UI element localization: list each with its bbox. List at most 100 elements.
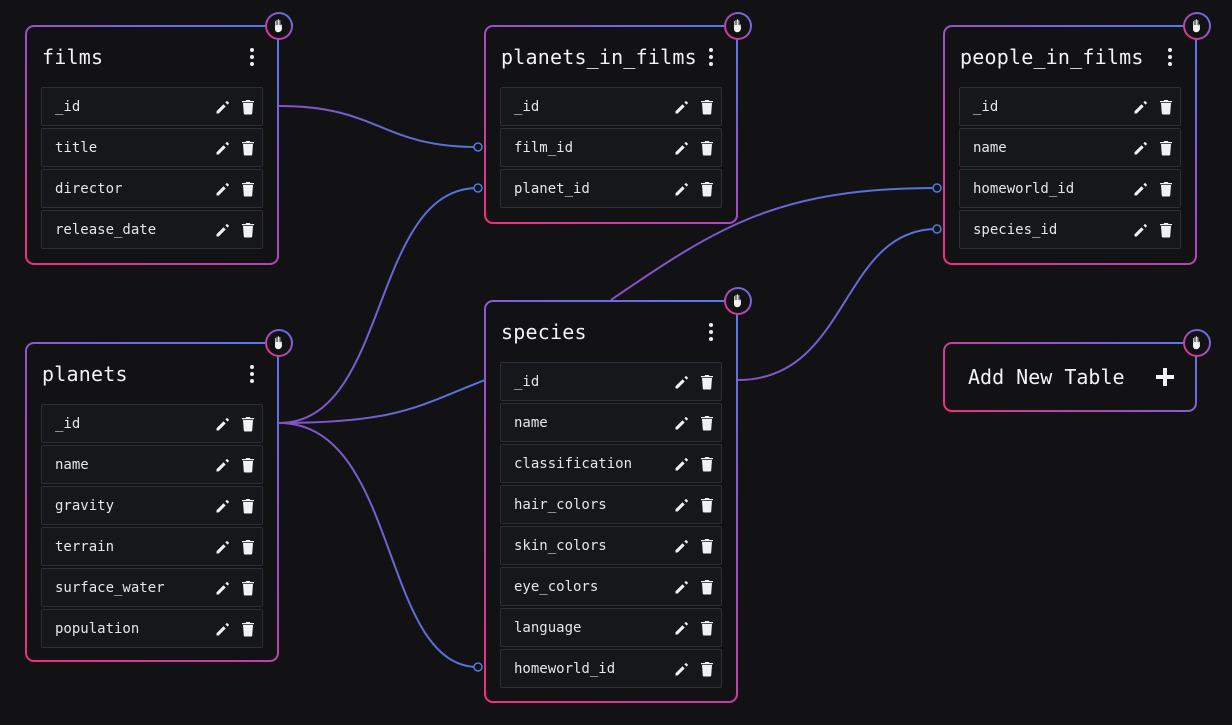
plus-icon[interactable] xyxy=(1155,367,1175,387)
trash-icon[interactable] xyxy=(700,415,714,431)
field-row-surface-water[interactable]: surface_water xyxy=(41,568,263,607)
field-row-name[interactable]: name xyxy=(41,445,263,484)
field-row-title[interactable]: title xyxy=(41,128,263,167)
field-row-name[interactable]: name xyxy=(500,403,722,442)
pencil-icon[interactable] xyxy=(1133,222,1149,238)
hand-grab-icon[interactable] xyxy=(265,329,293,357)
pencil-icon[interactable] xyxy=(215,140,231,156)
table-planets[interactable]: planets _id name gravity terrain surface_wat… xyxy=(25,331,291,662)
kebab-menu-icon[interactable] xyxy=(243,45,261,69)
trash-icon[interactable] xyxy=(700,620,714,636)
pencil-icon[interactable] xyxy=(674,661,690,677)
pencil-icon[interactable] xyxy=(1133,181,1149,197)
pencil-icon[interactable] xyxy=(674,140,690,156)
hand-grab-icon[interactable] xyxy=(1183,12,1211,40)
trash-icon[interactable] xyxy=(700,374,714,390)
trash-icon[interactable] xyxy=(700,140,714,156)
field-actions xyxy=(1133,99,1173,115)
field-actions xyxy=(674,181,714,197)
hand-grab-icon[interactable] xyxy=(724,287,752,315)
field-row-planet-id[interactable]: planet_id xyxy=(500,169,722,208)
field-row-language[interactable]: language xyxy=(500,608,722,647)
table-films[interactable]: films _id title director release_date xyxy=(25,14,291,265)
trash-icon[interactable] xyxy=(700,661,714,677)
pencil-icon[interactable] xyxy=(674,181,690,197)
field-row-species-id[interactable]: species_id xyxy=(959,210,1181,249)
kebab-menu-icon[interactable] xyxy=(702,45,720,69)
edge-endpoint xyxy=(473,183,483,193)
field-row-homeworld-id[interactable]: homeworld_id xyxy=(500,649,722,688)
pencil-icon[interactable] xyxy=(215,457,231,473)
trash-icon[interactable] xyxy=(700,456,714,472)
trash-icon[interactable] xyxy=(700,497,714,513)
trash-icon[interactable] xyxy=(700,538,714,554)
field-actions xyxy=(674,497,714,513)
field-row--id[interactable]: _id xyxy=(41,404,263,443)
trash-icon[interactable] xyxy=(700,99,714,115)
pencil-icon[interactable] xyxy=(215,222,231,238)
trash-icon[interactable] xyxy=(241,457,255,473)
trash-icon[interactable] xyxy=(241,222,255,238)
pencil-icon[interactable] xyxy=(674,99,690,115)
field-row--id[interactable]: _id xyxy=(500,87,722,126)
kebab-menu-icon[interactable] xyxy=(702,320,720,344)
trash-icon[interactable] xyxy=(241,621,255,637)
pencil-icon[interactable] xyxy=(674,415,690,431)
pencil-icon[interactable] xyxy=(215,580,231,596)
table-species[interactable]: species _id name classification hair_colors… xyxy=(484,289,750,703)
field-row--id[interactable]: _id xyxy=(959,87,1181,126)
field-row-terrain[interactable]: terrain xyxy=(41,527,263,566)
field-row-film-id[interactable]: film_id xyxy=(500,128,722,167)
pencil-icon[interactable] xyxy=(674,620,690,636)
field-row--id[interactable]: _id xyxy=(41,87,263,126)
table-planets-in-films[interactable]: planets_in_films _id film_id planet_id xyxy=(484,14,750,224)
trash-icon[interactable] xyxy=(700,181,714,197)
field-row-name[interactable]: name xyxy=(959,128,1181,167)
field-row--id[interactable]: _id xyxy=(500,362,722,401)
field-row-release-date[interactable]: release_date xyxy=(41,210,263,249)
trash-icon[interactable] xyxy=(241,181,255,197)
table-people-in-films[interactable]: people_in_films _id name homeworld_id speci… xyxy=(943,14,1209,265)
field-row-homeworld-id[interactable]: homeworld_id xyxy=(959,169,1181,208)
field-row-hair-colors[interactable]: hair_colors xyxy=(500,485,722,524)
pencil-icon[interactable] xyxy=(215,99,231,115)
pencil-icon[interactable] xyxy=(215,539,231,555)
trash-icon[interactable] xyxy=(241,580,255,596)
trash-icon[interactable] xyxy=(1159,181,1173,197)
pencil-icon[interactable] xyxy=(1133,140,1149,156)
trash-icon[interactable] xyxy=(700,579,714,595)
pencil-icon[interactable] xyxy=(215,498,231,514)
trash-icon[interactable] xyxy=(241,99,255,115)
trash-icon[interactable] xyxy=(1159,222,1173,238)
pencil-icon[interactable] xyxy=(674,579,690,595)
field-row-gravity[interactable]: gravity xyxy=(41,486,263,525)
pencil-icon[interactable] xyxy=(215,621,231,637)
trash-icon[interactable] xyxy=(241,539,255,555)
field-row-classification[interactable]: classification xyxy=(500,444,722,483)
field-name: name xyxy=(55,456,89,473)
trash-icon[interactable] xyxy=(1159,99,1173,115)
trash-icon[interactable] xyxy=(1159,140,1173,156)
field-actions xyxy=(674,99,714,115)
pencil-icon[interactable] xyxy=(674,538,690,554)
trash-icon[interactable] xyxy=(241,498,255,514)
kebab-menu-icon[interactable] xyxy=(1161,45,1179,69)
pencil-icon[interactable] xyxy=(215,416,231,432)
field-row-population[interactable]: population xyxy=(41,609,263,648)
pencil-icon[interactable] xyxy=(215,181,231,197)
trash-icon[interactable] xyxy=(241,140,255,156)
pencil-icon[interactable] xyxy=(1133,99,1149,115)
trash-icon[interactable] xyxy=(241,416,255,432)
pencil-icon[interactable] xyxy=(674,374,690,390)
field-row-skin-colors[interactable]: skin_colors xyxy=(500,526,722,565)
field-row-eye-colors[interactable]: eye_colors xyxy=(500,567,722,606)
pencil-icon[interactable] xyxy=(674,456,690,472)
add-new-table-button[interactable]: Add New Table xyxy=(943,331,1209,412)
hand-grab-icon[interactable] xyxy=(724,12,752,40)
field-row-director[interactable]: director xyxy=(41,169,263,208)
hand-grab-icon[interactable] xyxy=(1183,329,1211,357)
kebab-menu-icon[interactable] xyxy=(243,362,261,386)
table-title: planets_in_films xyxy=(501,45,697,69)
pencil-icon[interactable] xyxy=(674,497,690,513)
hand-grab-icon[interactable] xyxy=(265,12,293,40)
